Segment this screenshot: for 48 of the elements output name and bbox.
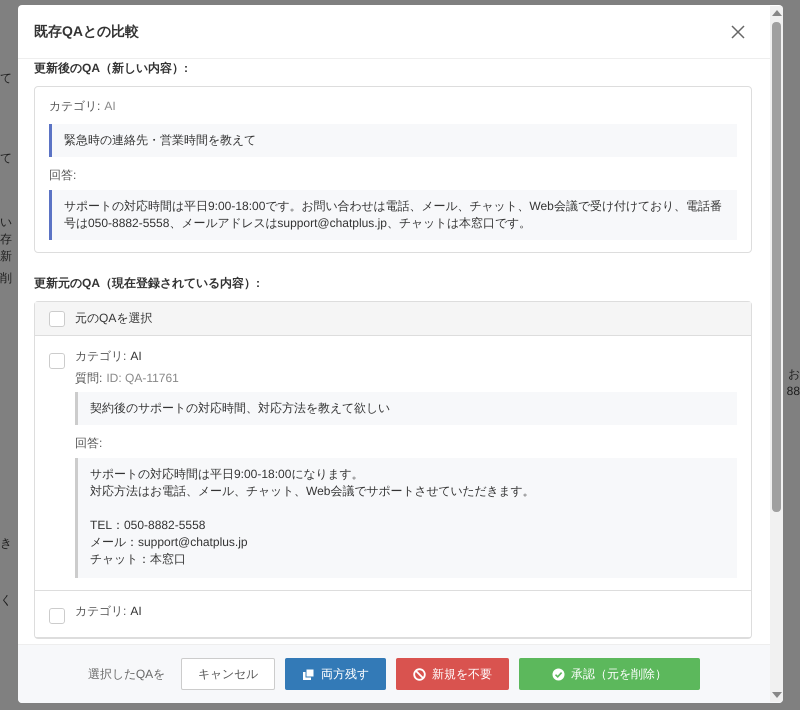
- category-label: カテゴリ:: [49, 99, 100, 113]
- question-text: 契約後のサポートの対応時間、対応方法を教えて欲しい: [75, 392, 737, 425]
- footer-prompt: 選択したQAを: [88, 666, 166, 682]
- background-text: て: [0, 70, 12, 86]
- background-text: く: [0, 592, 12, 608]
- cancel-button[interactable]: キャンセル: [181, 658, 276, 690]
- section-heading: 更新後のQA（新しい内容）:: [34, 60, 189, 77]
- checkbox[interactable]: [49, 310, 65, 326]
- background-text: い: [0, 214, 12, 230]
- answer-line: メール：support@chatplus.jp: [90, 534, 249, 551]
- category-value: AI: [130, 349, 142, 363]
- answer-line: 対応方法はお電話、メール、チャット、Web会議でサポートさせていただきます。: [90, 483, 536, 500]
- question-text: 緊急時の連絡先・営業時間を教えて: [49, 124, 737, 157]
- background-text: お: [788, 366, 800, 382]
- dialog-title: 既存QAとの比較: [34, 22, 139, 40]
- category-label: カテゴリ:: [75, 349, 126, 363]
- scrollbar[interactable]: [770, 6, 783, 702]
- background-text: 新: [0, 248, 12, 264]
- keep-both-button[interactable]: 両方残す: [285, 658, 386, 690]
- check-circle-icon: [552, 668, 566, 680]
- background-text: 削: [0, 270, 12, 286]
- answer-label: 回答:: [75, 435, 104, 452]
- copy-icon: [302, 668, 316, 680]
- approve-button[interactable]: 承認（元を削除）: [519, 658, 700, 690]
- scroll-up-icon: [772, 10, 782, 16]
- answer-label: 回答:: [49, 167, 78, 184]
- question-id: ID: QA-11761: [106, 371, 179, 385]
- scrollbar-thumb[interactable]: [772, 22, 781, 512]
- checkbox[interactable]: [49, 608, 65, 624]
- background-text: て: [0, 150, 12, 166]
- category-label: カテゴリ:: [75, 604, 126, 618]
- category-value: AI: [104, 99, 116, 113]
- select-all-label: 元のQAを選択: [75, 310, 152, 327]
- close-icon[interactable]: [731, 24, 745, 38]
- section-heading: 更新元のQA（現在登録されている内容）:: [34, 275, 261, 292]
- answer-text: サポートの対応時間は平日9:00-18:00です。お問い合わせは電話、メール、チャット、Web会議で受け付けており、電話番号は050-8882-5558、メールアドレスはsupport@chatplus.jp、チャットは本窓口です。: [49, 190, 737, 240]
- question-label: 質問:: [75, 371, 102, 385]
- checkbox[interactable]: [49, 353, 65, 369]
- scroll-down-icon: [772, 692, 782, 698]
- answer-line: TEL：050-8882-5558: [90, 517, 206, 534]
- background-text: 88: [786, 383, 800, 399]
- answer-line: チャット：本窓口: [90, 551, 187, 568]
- category-value: AI: [130, 604, 142, 618]
- prohibited-icon: [413, 668, 426, 680]
- background-text: 存: [0, 231, 12, 247]
- reject-button[interactable]: 新規を不要: [396, 658, 510, 690]
- background-text: き: [0, 535, 12, 551]
- answer-line: サポートの対応時間は平日9:00-18:00になります。: [90, 466, 364, 483]
